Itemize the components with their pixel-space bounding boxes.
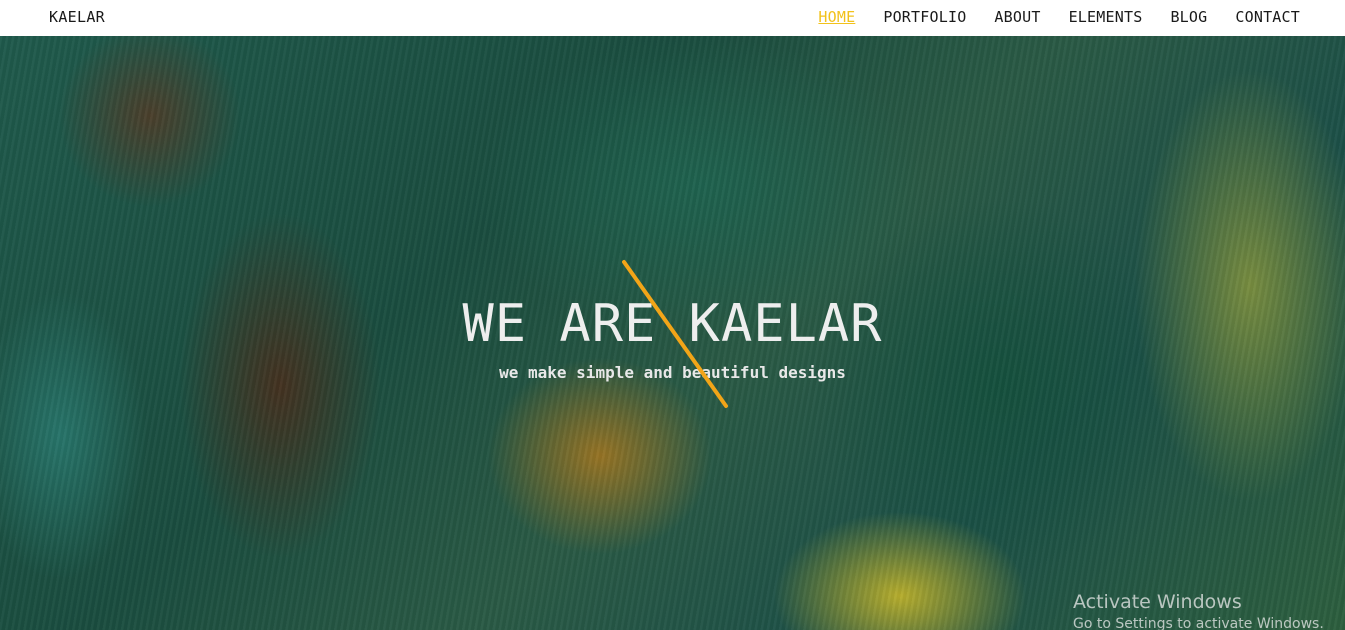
site-logo[interactable]: KAELAR	[49, 8, 105, 26]
watermark-subtitle: Go to Settings to activate Windows.	[1073, 616, 1324, 630]
nav-link-home[interactable]: HOME	[818, 8, 855, 26]
hero-section: WE ARE KAELAR we make simple and beautif…	[0, 36, 1345, 630]
top-navigation-bar: KAELAR HOME PORTFOLIO ABOUT ELEMENTS BLO…	[0, 0, 1345, 36]
main-nav: HOME PORTFOLIO ABOUT ELEMENTS BLOG CONTA…	[818, 8, 1300, 26]
activate-windows-watermark: Activate Windows Go to Settings to activ…	[1073, 590, 1324, 630]
hero-accent-slash	[622, 260, 728, 408]
nav-link-elements[interactable]: ELEMENTS	[1069, 8, 1143, 26]
nav-link-contact[interactable]: CONTACT	[1235, 8, 1300, 26]
watermark-title: Activate Windows	[1073, 591, 1242, 613]
nav-link-portfolio[interactable]: PORTFOLIO	[883, 8, 966, 26]
nav-link-blog[interactable]: BLOG	[1170, 8, 1207, 26]
nav-link-about[interactable]: ABOUT	[994, 8, 1040, 26]
